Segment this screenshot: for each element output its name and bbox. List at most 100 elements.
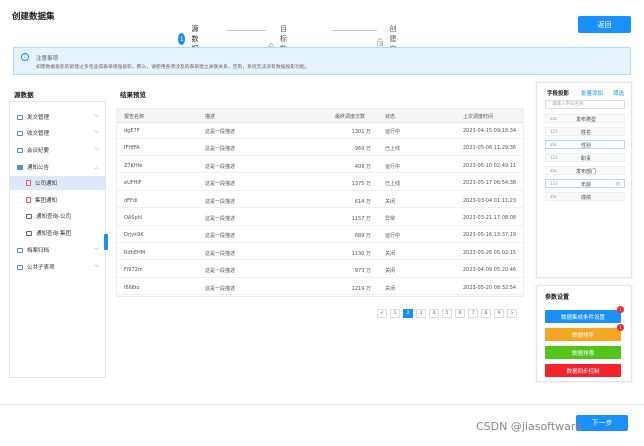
table-row[interactable]: IFHfFA 这是一段描述 969 万 已上线 2023-05-08 11:29:36 [117,140,523,156]
table-cell: 614 万 [354,198,371,205]
step-connector [226,30,266,31]
info-icon: i [21,53,29,61]
next-step-button[interactable]: 下一步 [576,415,628,431]
table-cell: 1130 万 [351,250,371,257]
tree-item-tongzhi[interactable]: 通知公告 ︿ [10,160,105,174]
page-button[interactable]: 1 [390,309,400,318]
notice-title: 注意事项 [36,56,59,62]
table-cell: I66Eio [124,284,140,291]
folder-icon [17,130,23,136]
table-row[interactable]: I66Eio 这是一段描述 1219 万 关闭 2023-05-20 08:32:54 [117,280,523,296]
tree-item-label: 收文管理 [27,131,50,137]
prev-page-button[interactable]: < [377,309,387,318]
tree-item-company-notice[interactable]: 公司通知 [10,176,105,190]
table-cell: 异常 [385,216,396,222]
back-button[interactable]: 返回 [578,16,631,33]
table-row[interactable]: OASphl 这是一段描述 1157 万 异常 2023-03-21 17:08:08 [117,210,523,226]
table-cell: Z7KHfe [124,162,143,169]
button-label: 数据同步控制 [566,368,600,375]
table-cell: OASphl [124,215,143,221]
field-item[interactable]: 123 姓名 [545,127,625,136]
table-cell: 关闭 [385,250,396,257]
page-button[interactable]: 9 [494,309,504,318]
tree-item-label: 公司通知 [35,181,58,187]
page-button[interactable]: 4 [429,309,439,318]
tree-item-label: 通知公告 [27,165,50,171]
field-item[interactable]: 123 年龄 ◎ [545,179,625,188]
table-cell: dFFdI [124,197,138,204]
data-sort-button[interactable]: 数据排序 1 [545,324,624,341]
tree-item-label: 通知查询-集团 [36,231,71,237]
table-cell: 已上线 [385,146,401,153]
page-button[interactable]: 6 [455,309,465,318]
table-row[interactable]: eUFHlF 这是一段描述 1375 万 已上线 2023-05-17 06:54:38 [117,175,523,191]
field-item[interactable]: abc 发布部门 [545,166,625,175]
table-cell: 2023-05-08 11:29:36 [463,145,517,152]
tree-item-query-group[interactable]: 通知查询-集团 [10,226,105,240]
batch-add-link[interactable]: 批量添加 [581,89,603,97]
table-cell: Fl972m [124,267,143,274]
table-cell: 这是一段描述 [205,146,236,153]
table-row[interactable]: Fl972m 这是一段描述 973 万 关闭 2023-04-09 05:20:46 [117,262,523,278]
tree-item-group-notice[interactable]: 集团通知 [10,193,105,207]
tree-item-label: 集团通知 [35,198,58,204]
field-item[interactable]: 123 职责 [545,153,625,162]
tree-item-huiyi[interactable]: 会议纪要 ﹀ [10,143,105,157]
field-item[interactable]: abc 发布类型 [545,114,625,123]
page-button[interactable]: 7 [468,309,478,318]
field-item[interactable]: abc 成绩 [545,192,625,201]
pagination: <1 2 3 4 5 6 7 8 9 > [377,309,520,318]
param-settings-panel: 参数设置 数据集成条件设置 1 数据排序 1 数据排限 数据同步控制 [536,285,632,382]
chevron-down-icon: ﹀ [93,264,99,271]
table-row[interactable]: dFFdI 这是一段描述 614 万 关闭 2023-03-04 01:11:23 [117,193,523,209]
tree-item-query-company[interactable]: 通知查询-公司 [10,209,105,223]
tree-item-fawen[interactable]: 发文管理 ﹀ [10,110,105,124]
tree-item-label: 发文管理 [27,115,50,121]
table-cell: 2023-03-21 17:08:08 [463,215,517,221]
table-cell: dgE7F [124,128,140,134]
table-row[interactable]: Drjyk9K 这是一段描述 689 万 运行中 2023-05-16 13:37:19 [117,227,523,243]
page-button[interactable]: 8 [481,309,491,318]
table-row[interactable]: dgE7F 这是一段描述 1301 万 运行中 2023-04-15 09:18:34 [117,123,523,139]
filter-link[interactable]: 筛选 [613,89,624,97]
column-header[interactable]: 描述 [205,113,215,120]
page-button[interactable]: 3 [416,309,426,318]
table-cell: 2023-05-20 08:32:54 [463,284,517,291]
preview-title: 结果预览 [120,91,146,99]
table-row[interactable]: Z7KHfe 这是一段描述 409 万 运行中 2023-06-10 02:49:11 [117,158,523,174]
folder-open-icon [17,164,23,170]
table-cell: 这是一段描述 [205,163,236,170]
table-cell: 1219 万 [351,285,371,292]
source-tree: 发文管理 ﹀ 收文管理 ﹀ 会议纪要 ﹀ 通知公告 ︿ 公司通知 集团通知 通知… [9,101,106,378]
field-name: 发布类型 [575,117,596,123]
table-cell: 这是一段描述 [205,181,236,188]
tree-item-archive[interactable]: 档案归档 ﹀ [10,243,105,257]
page-button[interactable]: 2 [403,309,413,318]
tree-item-subtable[interactable]: 公共子表项 ﹀ [10,260,105,274]
next-page-button[interactable]: > [507,309,517,318]
data-limit-button[interactable]: 数据排限 [545,346,621,359]
table-cell: 2023-04-15 09:18:34 [463,128,517,134]
column-header[interactable]: 上次调度时间 [463,113,493,120]
field-search-input[interactable]: 请输入字段名称 [545,100,625,109]
chevron-down-icon: ﹀ [93,130,99,137]
tree-item-label: 会议纪要 [27,148,50,154]
data-sync-button[interactable]: 数据同步控制 [545,364,621,377]
preview-table: 报告名称 描述 最终调度次数 状态 上次调度时间 dgE7F 这是一段描述 1301… [116,108,524,297]
count-badge: 1 [617,324,624,331]
table-cell: 这是一段描述 [205,268,236,275]
eye-icon[interactable]: ◎ [616,181,620,187]
page-button[interactable]: 5 [442,309,452,318]
column-header[interactable]: 状态 [385,113,395,120]
column-header[interactable]: 报告名称 [124,113,144,120]
condition-settings-button[interactable]: 数据集成条件设置 1 [545,306,624,323]
table-cell: 这是一段描述 [205,250,236,257]
panel-splitter-handle[interactable] [104,234,108,250]
table-icon [26,230,32,236]
chevron-down-icon: ﹀ [93,114,99,121]
column-header[interactable]: 最终调度次数 [335,113,365,120]
field-item[interactable]: abc 性别 [545,140,625,149]
table-cell: 这是一段描述 [205,233,236,240]
tree-item-shouwen[interactable]: 收文管理 ﹀ [10,126,105,140]
table-row[interactable]: RdhEHM 这是一段描述 1130 万 关闭 2023-05-26 05:02:15 [117,245,523,261]
